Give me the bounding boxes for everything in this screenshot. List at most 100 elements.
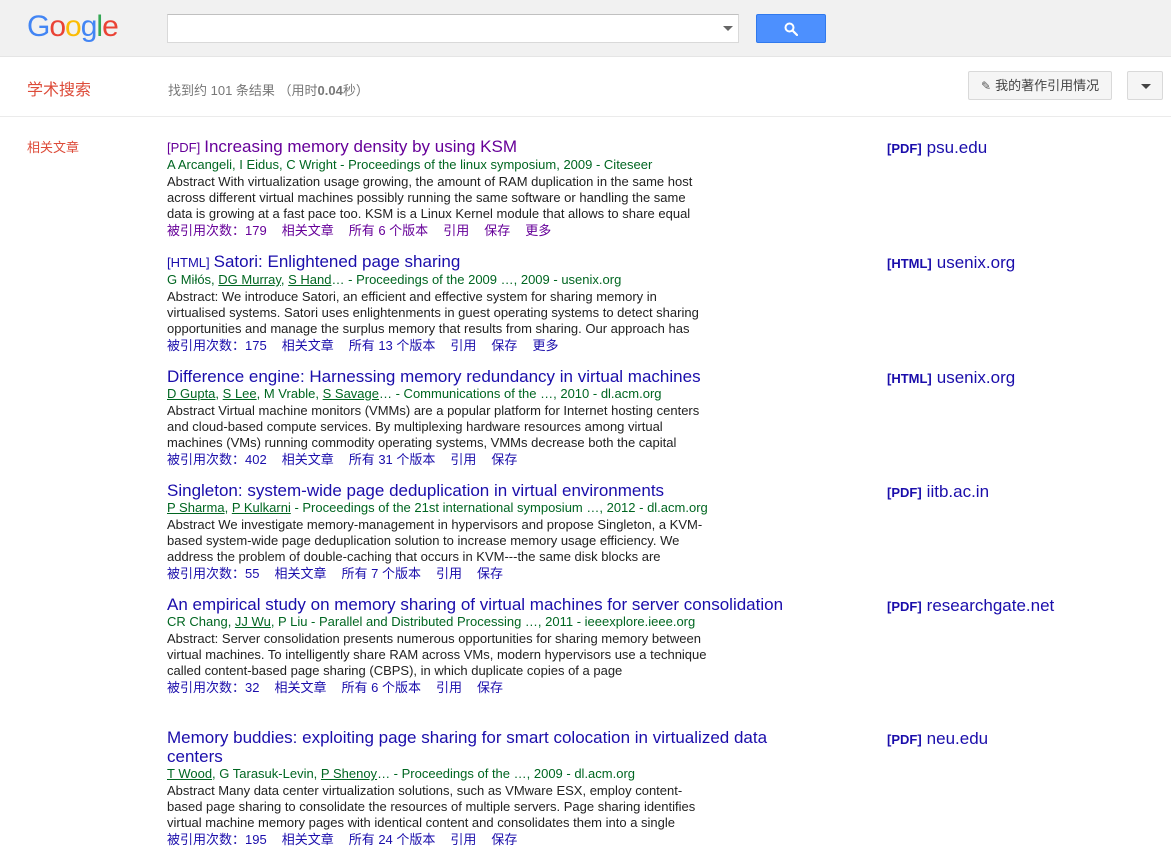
author-text: A Arcangeli, I Eidus, C Wright — [167, 157, 337, 172]
author-text: , — [224, 500, 232, 515]
full-text-domain[interactable]: usenix.org — [937, 368, 1015, 387]
stats-time: 0.04 — [317, 83, 343, 98]
related-articles-link[interactable]: 相关文章 — [282, 223, 334, 238]
result-title-text[interactable]: An empirical study on memory sharing of … — [167, 595, 783, 614]
result-title-text[interactable]: Increasing memory density by using KSM — [204, 137, 517, 156]
cite-link[interactable]: 引用 — [436, 566, 462, 581]
author-link[interactable]: JJ Wu — [235, 614, 271, 629]
search-result: [HTML] Satori: Enlightened page sharing G … — [167, 252, 787, 354]
cited-by-link[interactable]: 被引用次数：402 — [167, 452, 267, 467]
result-venue: - Parallel and Distributed Processing …,… — [307, 614, 696, 629]
related-articles-link[interactable]: 相关文章 — [282, 338, 334, 353]
full-text-link[interactable]: [PDF] psu.edu — [887, 138, 987, 158]
all-versions-link[interactable]: 所有 31 个版本 — [349, 452, 436, 467]
full-text-link[interactable]: [PDF] neu.edu — [887, 729, 988, 749]
pencil-icon: ✎ — [981, 79, 992, 93]
author-text: … — [377, 766, 391, 781]
cite-link[interactable]: 引用 — [436, 680, 462, 695]
result-title[interactable]: An empirical study on memory sharing of … — [167, 595, 787, 614]
result-snippet: Abstract Many data center virtualization… — [167, 783, 696, 830]
author-text: … — [379, 386, 392, 401]
result-title-text[interactable]: Singleton: system-wide page deduplicatio… — [167, 481, 664, 500]
result-title[interactable]: Memory buddies: exploiting page sharing … — [167, 728, 787, 766]
cited-by-link[interactable]: 被引用次数：195 — [167, 832, 267, 847]
more-link[interactable]: 更多 — [525, 223, 551, 238]
full-text-domain[interactable]: researchgate.net — [927, 596, 1055, 615]
result-title-text[interactable]: Satori: Enlightened page sharing — [214, 252, 461, 271]
result-title-text[interactable]: Difference engine: Harnessing memory red… — [167, 367, 701, 386]
full-text-type: [HTML] — [887, 371, 932, 386]
full-text-link[interactable]: [PDF] iitb.ac.in — [887, 482, 989, 502]
save-link[interactable]: 保存 — [484, 223, 510, 238]
logo-letter: e — [102, 10, 119, 43]
cited-by-link[interactable]: 被引用次数：179 — [167, 223, 267, 238]
result-title-text[interactable]: Memory buddies: exploiting page sharing … — [167, 728, 767, 766]
sidebar-related-articles[interactable]: 相关文章 — [27, 137, 79, 156]
author-link[interactable]: DG Murray — [218, 272, 281, 287]
full-text-type: [HTML] — [887, 256, 932, 271]
result-actions: 被引用次数：32 相关文章 所有 6 个版本 引用 保存 — [167, 680, 787, 696]
cite-link[interactable]: 引用 — [443, 223, 469, 238]
full-text-domain[interactable]: neu.edu — [927, 729, 988, 748]
cite-link[interactable]: 引用 — [450, 832, 476, 847]
file-type-tag: [PDF] — [167, 140, 201, 155]
cited-by-link[interactable]: 被引用次数：175 — [167, 338, 267, 353]
all-versions-link[interactable]: 所有 6 个版本 — [341, 680, 420, 695]
related-articles-link[interactable]: 相关文章 — [274, 680, 326, 695]
result-snippet: Abstract: We introduce Satori, an effici… — [167, 289, 699, 336]
more-link[interactable]: 更多 — [532, 338, 558, 353]
result-authors: T Wood, G Tarasuk-Levin, P Shenoy… - Pro… — [167, 766, 787, 782]
my-citations-label: 我的著作引用情况 — [995, 78, 1100, 93]
author-link[interactable]: S Savage — [323, 386, 379, 401]
save-link[interactable]: 保存 — [477, 680, 503, 695]
author-link[interactable]: D Gupta — [167, 386, 215, 401]
cited-by-link[interactable]: 被引用次数：55 — [167, 566, 259, 581]
author-link[interactable]: P Kulkarni — [232, 500, 291, 515]
result-actions: 被引用次数：179 相关文章 所有 6 个版本 引用 保存 更多 — [167, 223, 787, 239]
result-title[interactable]: [PDF] Increasing memory density by using … — [167, 137, 787, 157]
author-link[interactable]: T Wood — [167, 766, 212, 781]
google-logo[interactable]: Google — [27, 10, 119, 44]
author-link[interactable]: P Sharma — [167, 500, 225, 515]
all-versions-link[interactable]: 所有 6 个版本 — [349, 223, 428, 238]
all-versions-link[interactable]: 所有 13 个版本 — [349, 338, 436, 353]
cite-link[interactable]: 引用 — [450, 338, 476, 353]
full-text-type: [PDF] — [887, 732, 922, 747]
stats-suffix: 秒） — [342, 83, 369, 98]
result-title[interactable]: [HTML] Satori: Enlightened page sharing — [167, 252, 787, 272]
cite-link[interactable]: 引用 — [450, 452, 476, 467]
full-text-link[interactable]: [HTML] usenix.org — [887, 368, 1015, 388]
search-result: [PDF] Increasing memory density by using … — [167, 137, 787, 239]
full-text-type: [PDF] — [887, 485, 922, 500]
result-snippet: Abstract: Server consolidation presents … — [167, 631, 707, 678]
cited-by-link[interactable]: 被引用次数：32 — [167, 680, 259, 695]
settings-menu-button[interactable] — [1127, 71, 1163, 100]
full-text-domain[interactable]: usenix.org — [937, 253, 1015, 272]
caret-down-icon — [1141, 84, 1151, 89]
full-text-domain[interactable]: psu.edu — [927, 138, 988, 157]
save-link[interactable]: 保存 — [491, 832, 517, 847]
related-articles-link[interactable]: 相关文章 — [274, 566, 326, 581]
result-title[interactable]: Singleton: system-wide page deduplicatio… — [167, 481, 787, 500]
search-input[interactable] — [168, 15, 708, 42]
save-link[interactable]: 保存 — [491, 338, 517, 353]
all-versions-link[interactable]: 所有 24 个版本 — [349, 832, 436, 847]
author-link[interactable]: P Shenoy — [321, 766, 377, 781]
scholar-title[interactable]: 学术搜索 — [27, 76, 91, 100]
full-text-domain[interactable]: iitb.ac.in — [927, 482, 989, 501]
author-link[interactable]: S Lee — [223, 386, 257, 401]
author-text: , G Tarasuk-Levin, — [212, 766, 321, 781]
search-dropdown-arrow-icon[interactable] — [723, 26, 733, 31]
author-link[interactable]: S Hand — [288, 272, 331, 287]
full-text-link[interactable]: [PDF] researchgate.net — [887, 596, 1054, 616]
search-box[interactable] — [167, 14, 739, 43]
result-title[interactable]: Difference engine: Harnessing memory red… — [167, 367, 787, 386]
search-button[interactable] — [756, 14, 826, 43]
full-text-link[interactable]: [HTML] usenix.org — [887, 253, 1015, 273]
save-link[interactable]: 保存 — [491, 452, 517, 467]
related-articles-link[interactable]: 相关文章 — [282, 452, 334, 467]
all-versions-link[interactable]: 所有 7 个版本 — [341, 566, 420, 581]
related-articles-link[interactable]: 相关文章 — [282, 832, 334, 847]
save-link[interactable]: 保存 — [477, 566, 503, 581]
my-citations-button[interactable]: ✎ 我的著作引用情况 — [968, 71, 1112, 100]
